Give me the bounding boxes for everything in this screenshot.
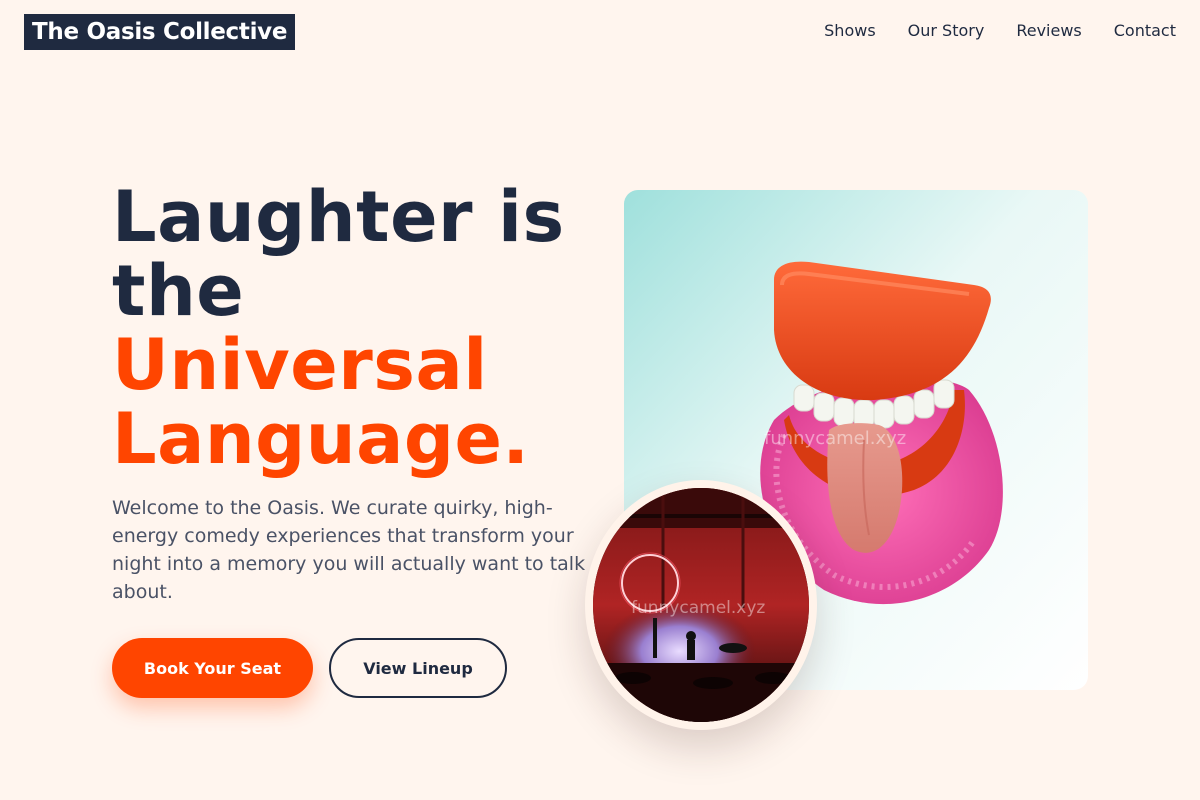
hero-title-line-1: Laughter is: [112, 176, 565, 258]
view-lineup-button[interactable]: View Lineup: [329, 638, 507, 698]
hero-description: Welcome to the Oasis. We curate quirky, …: [112, 497, 586, 603]
hero-title-line-2: the: [112, 250, 245, 332]
brand-logo[interactable]: The Oasis Collective: [24, 14, 296, 50]
comedy-stage-illustration: [593, 488, 809, 722]
nav-link-shows[interactable]: Shows: [824, 21, 876, 41]
nav-link-contact[interactable]: Contact: [1114, 21, 1176, 41]
hero-title-accent-2: Language.: [112, 398, 530, 480]
nav-link-reviews[interactable]: Reviews: [1016, 21, 1081, 41]
comedy-stage-photo: funnycamel.xyz: [585, 480, 817, 730]
hero-title: Laughter is the Universal Language.: [112, 180, 592, 476]
main-nav: Shows Our Story Reviews Contact: [824, 21, 1176, 41]
book-seat-button[interactable]: Book Your Seat: [112, 638, 313, 698]
hero-title-accent-1: Universal: [112, 324, 488, 406]
nav-link-our-story[interactable]: Our Story: [908, 21, 985, 41]
